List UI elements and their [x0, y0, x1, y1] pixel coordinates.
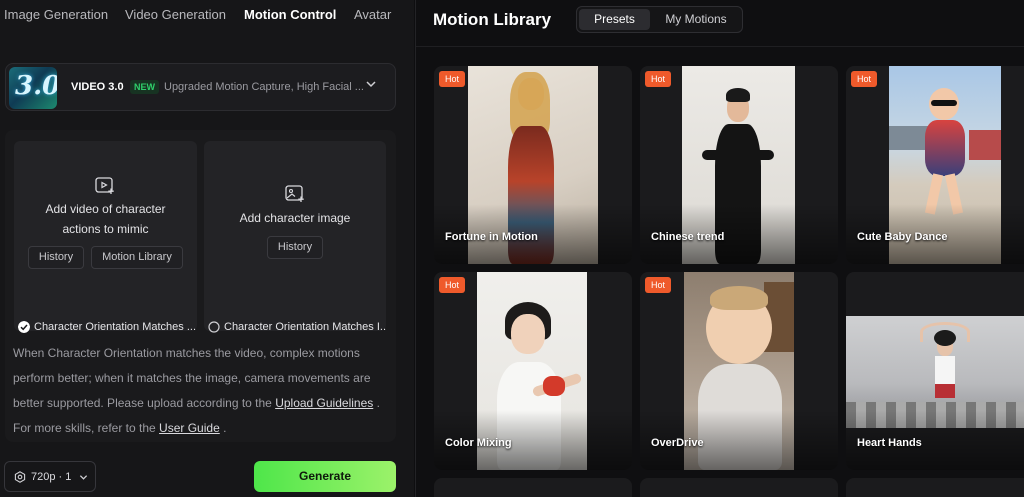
- motion-caption: OverDrive: [651, 437, 704, 449]
- orientation-image-option[interactable]: Character Orientation Matches I...: [204, 314, 386, 340]
- hot-badge: Hot: [439, 71, 466, 87]
- motion-tile[interactable]: Hot OverDrive: [640, 272, 838, 470]
- motion-caption: Chinese trend: [651, 231, 725, 243]
- motion-caption: Color Mixing: [445, 437, 512, 449]
- image-upload-card[interactable]: Add character image History Character Or…: [204, 141, 386, 333]
- model-name: VIDEO 3.0: [71, 81, 124, 93]
- motion-library-panel: Motion Library Presets My Motions Hot Fo…: [415, 0, 1024, 497]
- image-history-button[interactable]: History: [267, 236, 323, 259]
- motion-tile-partial[interactable]: [640, 478, 838, 497]
- upload-guidelines-link[interactable]: Upload Guidelines: [275, 396, 373, 410]
- tab-avatar[interactable]: Avatar: [354, 7, 391, 22]
- motion-caption: Heart Hands: [857, 437, 922, 449]
- control-panel: Image Generation Video Generation Motion…: [0, 0, 414, 497]
- note-text-3: .: [219, 421, 227, 435]
- motion-tile[interactable]: Hot Color Mixing: [434, 272, 632, 470]
- motion-tile-partial[interactable]: [846, 478, 1024, 497]
- check-circle-icon: [18, 321, 30, 333]
- tab-image-generation[interactable]: Image Generation: [4, 7, 108, 22]
- video-card-label-line1: Add video of character: [45, 202, 166, 216]
- hot-badge: Hot: [645, 71, 672, 87]
- tab-presets[interactable]: Presets: [579, 9, 650, 30]
- model-selector[interactable]: 3.0 VIDEO 3.0 NEW Upgraded Motion Captur…: [5, 63, 396, 111]
- motion-caption: Cute Baby Dance: [857, 231, 948, 243]
- motion-caption: Fortune in Motion: [445, 231, 538, 243]
- new-badge: NEW: [130, 80, 159, 94]
- motion-tile[interactable]: Hot Cute Baby Dance: [846, 66, 1024, 264]
- model-thumbnail: 3.0: [9, 67, 57, 109]
- motion-library-button[interactable]: Motion Library: [91, 246, 183, 269]
- image-card-label: Add character image: [239, 211, 351, 225]
- divider: [416, 46, 1024, 47]
- chevron-down-icon[interactable]: [365, 78, 377, 90]
- upload-area: Add video of character actions to mimic …: [5, 130, 396, 442]
- video-card-label-line2: actions to mimic: [62, 222, 149, 236]
- quality-label: 720p · 1: [31, 471, 72, 483]
- hot-badge: Hot: [851, 71, 878, 87]
- chevron-down-icon: [79, 475, 88, 480]
- image-add-icon: [285, 185, 304, 202]
- video-add-icon: [95, 177, 114, 194]
- model-description: Upgraded Motion Capture, High Facial ...: [164, 81, 364, 93]
- tab-motion-control[interactable]: Motion Control: [244, 7, 336, 22]
- generate-button[interactable]: Generate: [254, 461, 396, 492]
- hot-badge: Hot: [439, 277, 466, 293]
- motion-tile-partial[interactable]: [434, 478, 632, 497]
- quality-selector[interactable]: 720p · 1: [4, 461, 96, 492]
- model-thumbnail-text: 3.0: [15, 71, 57, 101]
- user-guide-link[interactable]: User Guide: [159, 421, 220, 435]
- video-upload-card[interactable]: Add video of character actions to mimic …: [14, 141, 197, 333]
- radio-empty-icon: [208, 321, 220, 333]
- orientation-video-label: Character Orientation Matches ...: [34, 321, 197, 333]
- video-history-button[interactable]: History: [28, 246, 84, 269]
- orientation-image-label: Character Orientation Matches I...: [224, 321, 386, 333]
- settings-icon: [14, 471, 26, 483]
- tab-video-generation[interactable]: Video Generation: [125, 7, 226, 22]
- tab-my-motions[interactable]: My Motions: [653, 9, 739, 30]
- top-navigation: Image Generation Video Generation Motion…: [0, 0, 414, 30]
- motion-tile[interactable]: Heart Hands: [846, 272, 1024, 470]
- hot-badge: Hot: [645, 277, 672, 293]
- motion-tile[interactable]: Hot Chinese trend: [640, 66, 838, 264]
- motion-tile[interactable]: Hot Fortune in Motion: [434, 66, 632, 264]
- orientation-note: When Character Orientation matches the v…: [13, 341, 391, 441]
- library-tabs: Presets My Motions: [576, 6, 743, 33]
- orientation-video-option[interactable]: Character Orientation Matches ...: [14, 314, 197, 340]
- library-title: Motion Library: [433, 10, 552, 29]
